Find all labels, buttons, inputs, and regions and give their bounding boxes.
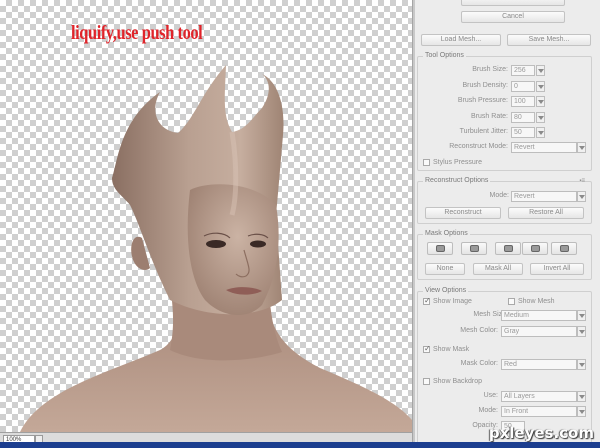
show-backdrop-label: Show Backdrop <box>433 378 483 385</box>
brush-rate-dropdown[interactable] <box>536 112 545 123</box>
backdrop-mode-label: Mode: <box>478 407 498 414</box>
view-options-title: View Options <box>423 287 469 295</box>
brush-pressure-input[interactable]: 100 <box>511 96 535 107</box>
mask-intersect-icon <box>531 245 540 252</box>
backdrop-mode-select[interactable]: In Front <box>501 406 577 417</box>
opacity-label: Opacity: <box>472 422 498 429</box>
show-backdrop-checkbox[interactable] <box>423 378 430 385</box>
show-mesh-label: Show Mesh <box>518 298 555 305</box>
mask-options-title: Mask Options <box>423 230 470 238</box>
mask-color-dropdown[interactable] <box>577 359 586 370</box>
brush-size-dropdown[interactable] <box>536 65 545 76</box>
mask-color-select[interactable]: Red <box>501 359 577 370</box>
mask-none-button[interactable]: None <box>425 263 465 275</box>
portrait-artwork <box>20 65 412 432</box>
show-image-label: Show Image <box>433 298 472 305</box>
turbulent-jitter-dropdown[interactable] <box>536 127 545 138</box>
backdrop-mode-dropdown[interactable] <box>577 406 586 417</box>
mask-replace-button[interactable] <box>427 242 453 255</box>
mesh-size-label: Mesh Size: <box>473 311 508 318</box>
use-select[interactable]: All Layers <box>501 391 577 402</box>
stylus-pressure-label: Stylus Pressure <box>433 159 483 166</box>
watermark: pxleyes.com <box>488 424 594 442</box>
mask-all-button[interactable]: Mask All <box>473 263 523 275</box>
group-menu-icon[interactable]: ▪≡ <box>575 176 585 186</box>
brush-size-input[interactable]: 256 <box>511 65 535 76</box>
taskbar <box>0 442 600 448</box>
mesh-color-select[interactable]: Gray <box>501 326 577 337</box>
mask-add-button[interactable] <box>461 242 487 255</box>
brush-pressure-label: Brush Pressure: <box>457 97 508 104</box>
mesh-color-dropdown[interactable] <box>577 326 586 337</box>
mask-replace-icon <box>436 245 445 252</box>
reconstruct-options-title: Reconstruct Options <box>423 177 491 185</box>
mesh-size-dropdown[interactable] <box>577 310 586 321</box>
show-mask-label: Show Mask <box>433 346 470 353</box>
brush-density-label: Brush Density: <box>462 82 508 89</box>
overlay-title: liquify,use push tool <box>71 22 203 44</box>
brush-pressure-dropdown[interactable] <box>536 96 545 107</box>
turbulent-jitter-label: Turbulent Jitter: <box>459 128 508 135</box>
mask-intersect-button[interactable] <box>522 242 548 255</box>
brush-density-dropdown[interactable] <box>536 81 545 92</box>
reconstruct-mode-label: Reconstruct Mode: <box>449 143 508 150</box>
reconstruct-button[interactable]: Reconstruct <box>425 207 501 219</box>
image-canvas[interactable]: liquify,use push tool <box>0 0 412 432</box>
mode-label: Mode: <box>489 192 509 199</box>
mesh-size-select[interactable]: Medium <box>501 310 577 321</box>
mask-color-label: Mask Color: <box>460 360 498 367</box>
mask-subtract-icon <box>504 245 513 252</box>
turbulent-jitter-input[interactable]: 50 <box>511 127 535 138</box>
reconstruct-mode-dropdown-2[interactable] <box>577 191 586 202</box>
mesh-color-label: Mesh Color: <box>460 327 498 334</box>
cancel-button[interactable]: Cancel <box>461 11 565 23</box>
reconstruct-mode-select[interactable]: Revert <box>511 142 577 153</box>
save-mesh-button[interactable]: Save Mesh... <box>507 34 591 46</box>
reconstruct-mode-select-2[interactable]: Revert <box>511 191 577 202</box>
invert-all-button[interactable]: Invert All <box>530 263 584 275</box>
show-mask-checkbox[interactable] <box>423 344 431 353</box>
mask-invert-button[interactable] <box>551 242 577 255</box>
use-label: Use: <box>483 392 498 399</box>
liquify-options-panel: Cancel Load Mesh... Save Mesh... Tool Op… <box>415 0 600 448</box>
brush-size-label: Brush Size: <box>472 66 508 73</box>
use-dropdown[interactable] <box>577 391 586 402</box>
restore-all-button[interactable]: Restore All <box>508 207 584 219</box>
tool-options-title: Tool Options <box>423 52 466 60</box>
reconstruct-mode-dropdown[interactable] <box>577 142 586 153</box>
stylus-pressure-checkbox[interactable] <box>423 159 430 166</box>
show-mesh-checkbox[interactable] <box>508 298 515 305</box>
mask-add-icon <box>470 245 479 252</box>
mask-subtract-button[interactable] <box>495 242 521 255</box>
show-image-checkbox[interactable] <box>423 296 431 305</box>
brush-density-input[interactable]: 0 <box>511 81 535 92</box>
brush-rate-input[interactable]: 80 <box>511 112 535 123</box>
ok-button[interactable] <box>461 0 565 6</box>
load-mesh-button[interactable]: Load Mesh... <box>421 34 501 46</box>
mask-invert-icon <box>560 245 569 252</box>
brush-rate-label: Brush Rate: <box>471 113 508 120</box>
